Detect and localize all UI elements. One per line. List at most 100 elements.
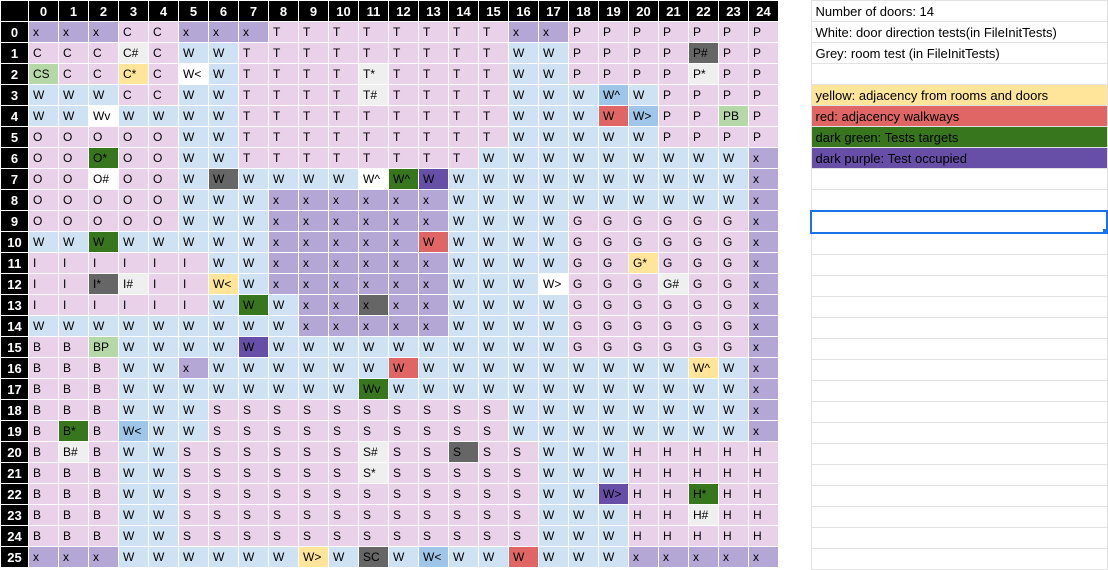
grid-cell[interactable]: P (718, 42, 749, 64)
grid-cell[interactable]: B (58, 336, 89, 358)
grid-cell[interactable]: W (508, 189, 539, 211)
grid-cell[interactable]: S (238, 504, 269, 526)
grid-cell[interactable]: I (58, 294, 89, 316)
grid-cell[interactable]: W> (598, 483, 629, 505)
grid-cell[interactable]: W (538, 462, 569, 484)
grid-cell[interactable]: T# (358, 84, 389, 106)
grid-cell[interactable]: P (658, 42, 689, 64)
grid-cell[interactable]: T (328, 105, 359, 127)
row-header[interactable]: 6 (0, 147, 29, 169)
grid-cell[interactable]: S (478, 399, 509, 421)
grid-cell[interactable]: H (628, 483, 659, 505)
grid-cell[interactable]: x (748, 399, 779, 421)
grid-cell[interactable]: S (238, 483, 269, 505)
grid-cell[interactable]: W (718, 399, 749, 421)
grid-cell[interactable]: B# (58, 441, 89, 463)
grid-cell[interactable]: W (118, 462, 149, 484)
grid-cell[interactable]: T (328, 21, 359, 43)
grid-cell[interactable]: T (448, 21, 479, 43)
grid-cell[interactable]: x (418, 189, 449, 211)
grid-cell[interactable]: T (358, 126, 389, 148)
grid-cell[interactable]: W (268, 315, 299, 337)
grid-cell[interactable]: P (748, 63, 779, 85)
column-header[interactable]: 14 (448, 0, 479, 22)
grid-cell[interactable]: W (508, 147, 539, 169)
grid-cell[interactable]: W (598, 168, 629, 190)
grid-cell[interactable]: S* (358, 462, 389, 484)
grid-cell[interactable]: O (28, 210, 59, 232)
grid-cell[interactable]: P (658, 126, 689, 148)
grid-cell[interactable]: W (628, 189, 659, 211)
grid-cell[interactable]: B (58, 462, 89, 484)
grid-cell[interactable]: S (208, 483, 239, 505)
grid-cell[interactable]: G (568, 252, 599, 274)
grid-cell[interactable]: W (148, 525, 179, 547)
grid-cell[interactable]: W (508, 252, 539, 274)
grid-cell[interactable]: O (28, 168, 59, 190)
grid-cell[interactable]: S (508, 441, 539, 463)
grid-cell[interactable]: G (628, 273, 659, 295)
grid-cell[interactable]: G (628, 231, 659, 253)
grid-cell[interactable]: P (658, 105, 689, 127)
grid-cell[interactable]: x (358, 210, 389, 232)
column-header[interactable]: 17 (538, 0, 569, 22)
grid-cell[interactable]: S (358, 420, 389, 442)
grid-cell[interactable]: x (358, 231, 389, 253)
row-header[interactable]: 4 (0, 105, 29, 127)
grid-cell[interactable]: S (508, 504, 539, 526)
grid-cell[interactable]: W (568, 378, 599, 400)
grid-cell[interactable]: W (118, 231, 149, 253)
grid-cell[interactable]: x (508, 21, 539, 43)
grid-cell[interactable]: B (88, 525, 119, 547)
column-header[interactable]: 15 (478, 0, 509, 22)
row-header[interactable]: 23 (0, 504, 29, 526)
grid-cell[interactable]: B (28, 420, 59, 442)
grid-cell[interactable]: B (58, 483, 89, 505)
grid-cell[interactable]: W (88, 84, 119, 106)
grid-cell[interactable]: W (538, 42, 569, 64)
grid-cell[interactable]: x (58, 546, 89, 568)
grid-cell[interactable]: BP (88, 336, 119, 358)
grid-cell[interactable]: W (208, 336, 239, 358)
corner-cell[interactable] (0, 0, 29, 22)
grid-cell[interactable]: G (718, 231, 749, 253)
grid-cell[interactable]: W (148, 441, 179, 463)
grid-cell[interactable]: W (238, 357, 269, 379)
grid-cell[interactable]: W (568, 84, 599, 106)
grid-cell[interactable]: W (538, 252, 569, 274)
column-header[interactable]: 12 (388, 0, 419, 22)
grid-cell[interactable]: W (418, 168, 449, 190)
grid-cell[interactable]: W (238, 252, 269, 274)
grid-cell[interactable]: P (688, 105, 719, 127)
grid-cell[interactable]: W (658, 168, 689, 190)
grid-cell[interactable]: G (688, 273, 719, 295)
grid-cell[interactable]: W (358, 357, 389, 379)
grid-cell[interactable]: W (718, 189, 749, 211)
grid-cell[interactable]: x (748, 546, 779, 568)
grid-cell[interactable]: S (268, 483, 299, 505)
grid-cell[interactable]: H (718, 483, 749, 505)
grid-cell[interactable]: P (628, 42, 659, 64)
grid-cell[interactable]: W^ (688, 357, 719, 379)
grid-cell[interactable]: W (118, 483, 149, 505)
empty-cell[interactable] (810, 401, 1108, 423)
grid-cell[interactable]: S (208, 399, 239, 421)
grid-cell[interactable]: x (748, 420, 779, 442)
grid-cell[interactable]: T (268, 21, 299, 43)
grid-cell[interactable]: x (268, 231, 299, 253)
grid-cell[interactable]: W (688, 189, 719, 211)
grid-cell[interactable]: x (418, 315, 449, 337)
grid-cell[interactable]: G (688, 231, 719, 253)
grid-cell[interactable]: S (298, 483, 329, 505)
grid-cell[interactable]: W (598, 378, 629, 400)
grid-cell[interactable]: S (418, 420, 449, 442)
column-header[interactable]: 2 (88, 0, 119, 22)
grid-cell[interactable]: W (448, 336, 479, 358)
grid-cell[interactable]: O (28, 189, 59, 211)
grid-cell[interactable]: T (298, 63, 329, 85)
grid-cell[interactable]: T (418, 42, 449, 64)
grid-cell[interactable]: W (58, 105, 89, 127)
grid-cell[interactable]: W< (208, 273, 239, 295)
grid-cell[interactable]: B (28, 462, 59, 484)
empty-cell[interactable] (810, 422, 1108, 444)
